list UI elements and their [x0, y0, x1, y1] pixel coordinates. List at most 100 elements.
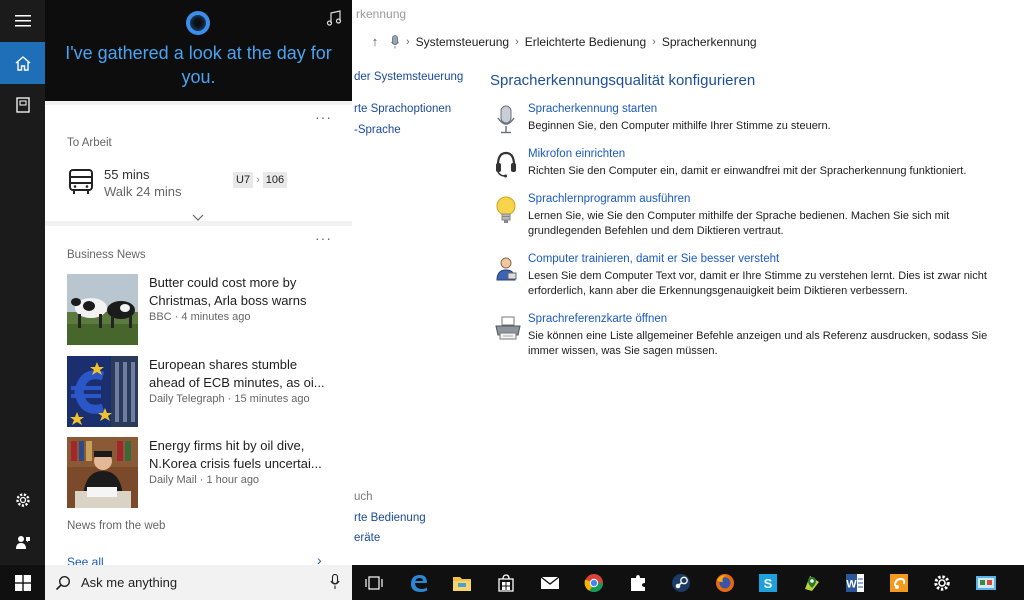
item-train-computer: Computer trainieren, damit er Sie besser… — [490, 253, 1010, 299]
address-bar[interactable]: ↑ › Systemsteuerung › Erleichterte Bedie… — [352, 30, 1024, 54]
firefox-icon — [715, 573, 734, 592]
breadcrumb-systemsteuerung[interactable]: Systemsteuerung — [416, 35, 509, 49]
chevron-right-icon: › — [406, 36, 410, 48]
puzzle-icon — [630, 574, 645, 591]
see-all-link[interactable]: See all — [67, 555, 104, 565]
home-button[interactable] — [0, 42, 45, 84]
link-train-computer[interactable]: Computer trainieren, damit er Sie besser… — [528, 253, 1010, 265]
chevron-right-icon: › — [515, 36, 519, 48]
cortana-search-box[interactable] — [45, 565, 352, 600]
link-text-to-speech[interactable]: -Sprache — [354, 124, 401, 136]
route-u7: U7 — [233, 172, 254, 188]
notebook-icon — [15, 97, 30, 113]
hamburger-menu-button[interactable] — [0, 0, 45, 42]
breadcrumb-spracherkennung[interactable]: Spracherkennung — [662, 35, 757, 49]
windows-logo-icon — [14, 574, 31, 591]
svg-text:S: S — [763, 576, 772, 591]
mail-icon — [540, 575, 559, 589]
chevron-down-icon[interactable] — [192, 209, 204, 221]
word-icon: W — [845, 573, 864, 592]
home-icon — [15, 55, 30, 71]
svg-text:W: W — [846, 578, 857, 590]
commute-duration: 55 mins — [104, 167, 150, 182]
store-taskbar-button[interactable] — [493, 570, 518, 595]
window-title: rkennung — [356, 7, 407, 21]
route-106: 106 — [262, 172, 288, 188]
image-app-icon — [889, 573, 908, 592]
start-button[interactable] — [0, 565, 45, 600]
word-taskbar-button[interactable]: W — [842, 570, 867, 595]
address-microphone-icon — [390, 34, 400, 50]
news-item[interactable]: Butter could cost more by Christmas, Arl… — [67, 274, 337, 346]
news-meta: BBC · 4 minutes ago — [149, 311, 251, 323]
gear-icon — [933, 574, 950, 591]
business-news-label: Business News — [67, 249, 146, 261]
microphone-icon[interactable] — [330, 573, 340, 595]
cortana-header: I've gathered a look at the day for you. — [45, 0, 352, 101]
link-control-panel-home[interactable]: der Systemsteuerung — [354, 71, 463, 83]
skype-taskbar-button[interactable]: S — [755, 570, 780, 595]
chevron-right-icon: › — [256, 174, 260, 186]
feedback-button[interactable] — [0, 521, 45, 563]
notebook-button[interactable] — [0, 84, 45, 126]
image-app-taskbar-button[interactable] — [886, 570, 911, 595]
leader-desk-thumbnail — [67, 437, 138, 508]
news-item[interactable]: European shares stumble ahead of ECB min… — [67, 356, 337, 428]
more-options-icon[interactable]: ··· — [315, 230, 332, 246]
news-headline: European shares stumble ahead of ECB min… — [149, 357, 325, 390]
news-from-web-label: News from the web — [67, 520, 166, 532]
cows-thumbnail — [67, 274, 138, 345]
up-arrow-icon[interactable]: ↑ — [368, 34, 382, 50]
breadcrumb-erleichterte-bedienung[interactable]: Erleichterte Bedienung — [525, 35, 646, 49]
edge-taskbar-button[interactable] — [406, 570, 431, 595]
desc-tutorial: Lernen Sie, wie Sie den Computer mithilf… — [528, 210, 950, 237]
settings-taskbar-button[interactable] — [929, 570, 954, 595]
task-view-icon — [364, 575, 383, 590]
desc-train-computer: Lesen Sie dem Computer Text vor, damit e… — [528, 270, 987, 297]
edge-icon — [410, 574, 427, 592]
cortana-panel: I've gathered a look at the day for you.… — [45, 0, 352, 565]
item-tutorial: Sprachlernprogramm ausführen Lernen Sie,… — [490, 193, 1010, 239]
news-headline: Energy firms hit by oil dive, N.Korea cr… — [149, 438, 322, 471]
lightbulb-icon — [494, 195, 520, 225]
music-note-icon[interactable] — [326, 10, 342, 31]
link-open-reference-card[interactable]: Sprachreferenzkarte öffnen — [528, 313, 1010, 325]
news-item[interactable]: Energy firms hit by oil dive, N.Korea cr… — [67, 437, 337, 509]
task-view-button[interactable] — [361, 570, 386, 595]
gps-app-taskbar-button[interactable] — [799, 570, 824, 595]
main-content: Spracherkennungsqualität konfigurieren S… — [490, 72, 1010, 373]
search-input[interactable] — [81, 575, 311, 590]
mail-taskbar-button[interactable] — [537, 570, 562, 595]
commute-card[interactable]: ··· To Arbeit 55 mins Walk 24 mins U7 › … — [45, 105, 352, 221]
steam-icon — [671, 573, 690, 592]
item-start-speech: Spracherkennung starten Beginnen Sie, de… — [490, 103, 1010, 134]
microphone-icon — [494, 105, 520, 135]
file-explorer-taskbar-button[interactable] — [449, 570, 474, 595]
control-panel-taskbar-button[interactable] — [973, 570, 998, 595]
printer-icon — [494, 315, 521, 345]
desc-start-speech: Beginnen Sie, den Computer mithilfe Ihre… — [528, 120, 831, 132]
desc-reference-card: Sie können eine Liste allgemeiner Befehl… — [528, 330, 988, 357]
news-meta: Daily Telegraph · 15 minutes ago — [149, 393, 310, 405]
link-start-speech-recognition[interactable]: Spracherkennung starten — [528, 103, 1010, 115]
link-speech-options[interactable]: rte Sprachoptionen — [354, 103, 451, 115]
control-panel-icon — [975, 575, 996, 590]
link-setup-microphone[interactable]: Mikrofon einrichten — [528, 148, 1010, 160]
link-run-tutorial[interactable]: Sprachlernprogramm ausführen — [528, 193, 1010, 205]
news-headline: Butter could cost more by Christmas, Arl… — [149, 275, 307, 308]
chevron-right-icon: › — [652, 36, 656, 48]
settings-button[interactable] — [0, 479, 45, 521]
more-options-icon[interactable]: ··· — [315, 109, 332, 125]
link-devices[interactable]: eräte — [354, 532, 380, 544]
cortana-greeting: I've gathered a look at the day for you. — [65, 43, 332, 87]
chevron-right-icon[interactable]: › — [317, 552, 322, 565]
puzzle-app-taskbar-button[interactable] — [625, 570, 650, 595]
firefox-taskbar-button[interactable] — [712, 570, 737, 595]
chrome-taskbar-button[interactable] — [581, 570, 606, 595]
taskbar: S W — [0, 565, 1024, 600]
link-ease-of-access[interactable]: rte Bedienung — [354, 512, 426, 524]
user-train-icon — [494, 255, 520, 285]
folder-icon — [452, 576, 471, 591]
item-setup-microphone: Mikrofon einrichten Richten Sie den Comp… — [490, 148, 1010, 179]
steam-taskbar-button[interactable] — [668, 570, 693, 595]
